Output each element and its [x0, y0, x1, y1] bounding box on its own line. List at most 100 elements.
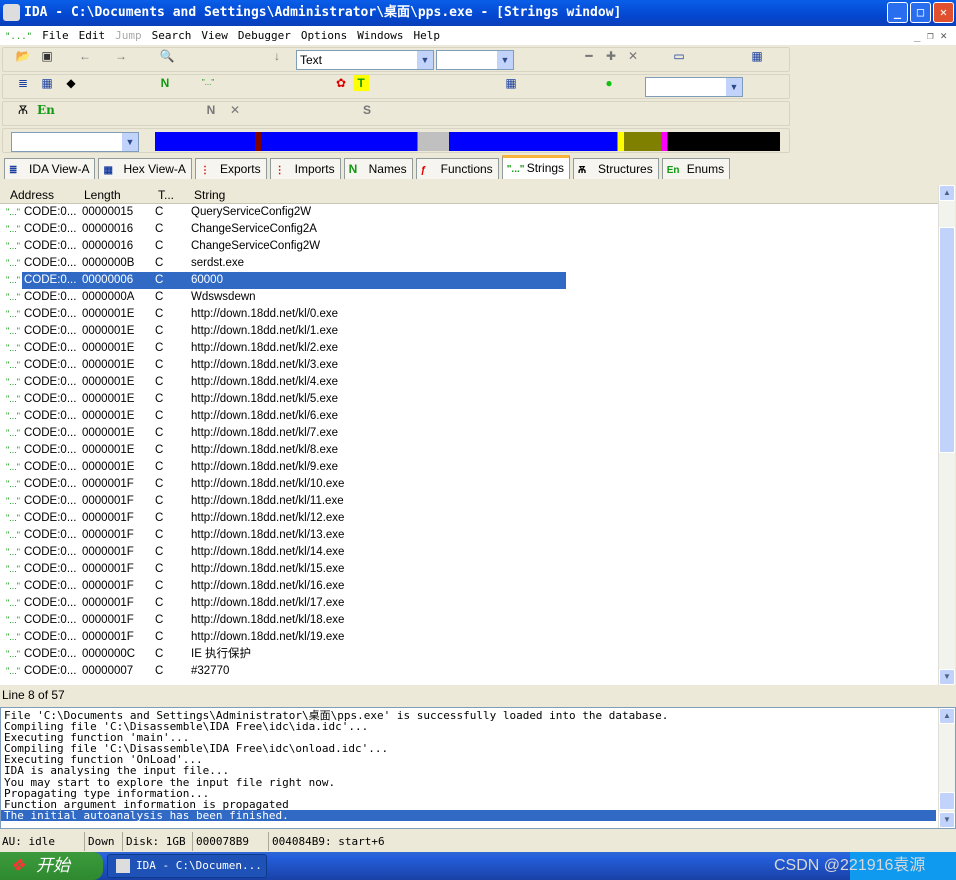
navigation-bar[interactable]: [155, 132, 780, 151]
delete-icon[interactable]: ✕: [625, 48, 641, 64]
debugger-select[interactable]: ▼: [645, 77, 743, 97]
enums-icon[interactable]: En: [37, 102, 55, 118]
table-row[interactable]: "..." CODE:0... 0000001E Chttp://down.18dd.…: [0, 323, 938, 340]
strings-scrollbar[interactable]: ▲ ▼: [938, 185, 955, 685]
hex-view-icon[interactable]: ▦: [39, 75, 55, 91]
table-row[interactable]: "..." CODE:0... 0000001E Chttp://down.18dd.…: [0, 374, 938, 391]
menu-debugger[interactable]: Debugger: [233, 26, 296, 42]
ida-view-icon[interactable]: ≣: [15, 75, 31, 91]
table-row[interactable]: "..." CODE:0... 0000001F Chttp://down.18dd.…: [0, 612, 938, 629]
search-type-select[interactable]: Text ▼: [296, 50, 434, 70]
menu-search[interactable]: Search: [147, 26, 197, 42]
minus-icon[interactable]: ━: [581, 48, 597, 64]
table-row[interactable]: "..." CODE:0... 0000001F Chttp://down.18dd.…: [0, 510, 938, 527]
tab-hex-view-a[interactable]: ▦ Hex View-A: [98, 158, 192, 179]
run-icon[interactable]: ●: [601, 75, 617, 91]
scroll-up-icon[interactable]: ▲: [939, 708, 955, 724]
table-row[interactable]: "..." CODE:0... 0000001F Chttp://down.18dd.…: [0, 561, 938, 578]
calculator-icon[interactable]: ▦: [503, 75, 519, 91]
table-row[interactable]: "..." CODE:0... 0000001E Chttp://down.18dd.…: [0, 442, 938, 459]
string-cell: http://down.18dd.net/kl/9.exe: [191, 461, 339, 473]
maximize-button[interactable]: □: [910, 2, 931, 23]
column-type[interactable]: T...: [158, 188, 174, 202]
name-icon[interactable]: N: [203, 102, 219, 118]
save-icon[interactable]: ▣: [39, 48, 55, 64]
tab-strings[interactable]: "..." Strings: [501, 155, 571, 179]
start-button[interactable]: ❖ 开始: [0, 852, 103, 880]
table-row[interactable]: "..." CODE:0... 00000016 C ChangeServiceConf…: [0, 238, 938, 255]
table-row[interactable]: "..." CODE:0... 0000001F Chttp://down.18dd.…: [0, 476, 938, 493]
tab-names[interactable]: N Names: [343, 158, 413, 179]
menu-help[interactable]: Help: [409, 26, 446, 42]
table-row[interactable]: "..." CODE:0... 0000000C C IE 执行保护: [0, 646, 938, 663]
table-row[interactable]: "..." CODE:0... 00000006 C 60000: [0, 272, 938, 289]
table-row[interactable]: "..." CODE:0... 0000001E Chttp://down.18dd.…: [0, 425, 938, 442]
tab-functions[interactable]: ƒ Functions: [415, 158, 499, 179]
scroll-up-icon[interactable]: ▲: [939, 185, 955, 201]
tab-enums[interactable]: En Enums: [661, 158, 731, 179]
output-scrollbar[interactable]: ▲ ▼: [938, 708, 955, 828]
scroll-down-icon[interactable]: ▼: [939, 812, 955, 828]
table-row[interactable]: "..." CODE:0... 0000000B Cserdst.exe: [0, 255, 938, 272]
grid-icon[interactable]: ▦: [749, 48, 765, 64]
search-select[interactable]: ▼: [436, 50, 514, 70]
table-row[interactable]: "..." CODE:0... 0000001F Chttp://down.18dd.…: [0, 578, 938, 595]
menu-windows[interactable]: Windows: [352, 26, 408, 42]
table-row[interactable]: "..." CODE:0... 0000001E Chttp://down.18dd.…: [0, 391, 938, 408]
window-layout-icon[interactable]: ▭: [671, 48, 687, 64]
segment-icon[interactable]: ◆: [63, 75, 79, 91]
length-cell: 0000001E: [82, 376, 135, 388]
tab-imports[interactable]: ⋮ Imports: [269, 158, 341, 179]
table-row[interactable]: "..." CODE:0... 00000016 C ChangeServiceConf…: [0, 221, 938, 238]
jump-icon[interactable]: ↓: [269, 48, 285, 64]
type-cell: C: [155, 308, 164, 320]
table-row[interactable]: "..." CODE:0... 0000001F Chttp://down.18dd.…: [0, 544, 938, 561]
structures-icon[interactable]: Ѫ: [15, 102, 31, 118]
open-icon[interactable]: 📂: [15, 48, 31, 64]
close-button[interactable]: ✕: [933, 2, 954, 23]
scroll-down-icon[interactable]: ▼: [939, 669, 955, 685]
segment-select[interactable]: ▼: [11, 132, 139, 152]
forward-icon[interactable]: →: [113, 48, 129, 64]
taskbar-ida-button[interactable]: IDA - C:\Documen...: [107, 854, 267, 878]
length-cell: 0000000A: [82, 291, 135, 303]
names-icon[interactable]: N: [157, 75, 173, 91]
column-length[interactable]: Length: [84, 188, 121, 202]
scroll-thumb[interactable]: [939, 792, 955, 810]
tab-ida-view-a[interactable]: ≣ IDA View-A: [4, 158, 96, 179]
table-row[interactable]: "..." CODE:0... 0000000A C Wdswsdewn: [0, 289, 938, 306]
menu-options[interactable]: Options: [296, 26, 352, 42]
menu-edit[interactable]: Edit: [74, 26, 111, 42]
table-row[interactable]: "..." CODE:0... 0000001E Chttp://down.18dd.…: [0, 459, 938, 476]
menu-jump[interactable]: Jump: [110, 26, 147, 42]
minimize-button[interactable]: _: [887, 2, 908, 23]
menu-file[interactable]: File: [37, 26, 74, 42]
table-row[interactable]: "..." CODE:0... 00000015 C QueryServiceConfi…: [0, 204, 938, 221]
undefine-icon[interactable]: ✕: [227, 102, 243, 118]
column-string[interactable]: String: [194, 188, 225, 202]
search-icon[interactable]: 🔍: [159, 48, 175, 64]
scroll-thumb[interactable]: [939, 227, 955, 453]
table-row[interactable]: "..." CODE:0... 00000007 C #32770: [0, 663, 938, 680]
column-address[interactable]: Address: [10, 188, 54, 202]
mdi-controls[interactable]: _ ❐ ✕: [909, 26, 952, 42]
table-row[interactable]: "..." CODE:0... 0000001F Chttp://down.18dd.…: [0, 527, 938, 544]
table-row[interactable]: "..." CODE:0... 0000001E Chttp://down.18dd.…: [0, 340, 938, 357]
table-row[interactable]: "..." CODE:0... 0000001F Chttp://down.18dd.…: [0, 595, 938, 612]
back-icon[interactable]: ←: [77, 48, 93, 64]
output-window[interactable]: File 'C:\Documents and Settings\Administ…: [0, 707, 956, 829]
table-row[interactable]: "..." CODE:0... 0000001F Chttp://down.18dd.…: [0, 629, 938, 646]
menu-view[interactable]: View: [196, 26, 233, 42]
tab-exports[interactable]: ⋮ Exports: [194, 158, 267, 179]
table-row[interactable]: "..." CODE:0... 0000001F Chttp://down.18dd.…: [0, 493, 938, 510]
table-row[interactable]: "..." CODE:0... 0000001E Chttp://down.18dd.…: [0, 357, 938, 374]
plus-icon[interactable]: ✚: [603, 48, 619, 64]
string-icon: "...": [6, 581, 20, 591]
table-row[interactable]: "..." CODE:0... 0000001E Chttp://down.18dd.…: [0, 306, 938, 323]
string-icon[interactable]: S: [359, 102, 375, 118]
table-row[interactable]: "..." CODE:0... 0000001E Chttp://down.18dd.…: [0, 408, 938, 425]
type-icon[interactable]: T: [353, 75, 369, 91]
tab-structures[interactable]: Ѫ Structures: [573, 158, 659, 179]
strings-icon[interactable]: "...": [200, 75, 216, 91]
breakpoint-icon[interactable]: ✿: [333, 75, 349, 91]
